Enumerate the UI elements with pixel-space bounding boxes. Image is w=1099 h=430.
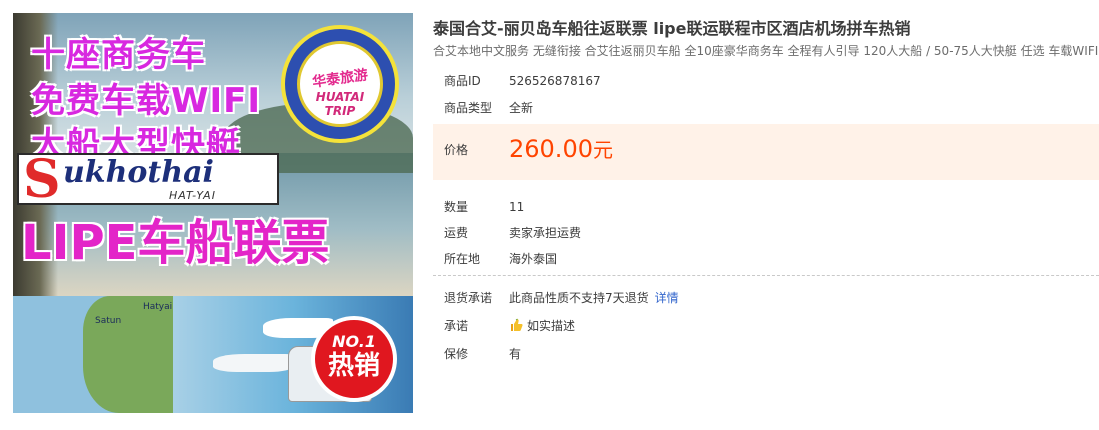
map-label-hatyai: Hatyai bbox=[143, 302, 173, 312]
brand-sub: HAT-YAI bbox=[169, 189, 216, 202]
huatai-trip-seal-logo: 华泰旅游 HUATAI TRIP bbox=[281, 25, 399, 143]
route-map: Satun Hatyai bbox=[13, 296, 173, 413]
promise-value: 如实描述 bbox=[527, 319, 576, 333]
warranty-label: 保修 bbox=[444, 347, 469, 361]
price-unit: 元 bbox=[592, 138, 613, 162]
map-label-satun: Satun bbox=[95, 316, 122, 326]
badge-main-text: 热销 bbox=[327, 351, 380, 381]
sukhothai-logo: S ukhothai HAT-YAI bbox=[17, 149, 279, 210]
return-details-link[interactable]: 详情 bbox=[655, 291, 679, 305]
price-label: 价格 bbox=[444, 143, 469, 157]
map-land bbox=[83, 296, 173, 413]
price-value: 260.00 bbox=[509, 135, 593, 163]
lipe-banner-text: LIPE车船联票 bbox=[21, 215, 330, 271]
price-box: 价格 260.00元 bbox=[433, 124, 1099, 180]
promise-value-wrap: 如实描述 bbox=[509, 317, 575, 335]
no1-hot-sale-badge: NO.1 热销 bbox=[311, 316, 397, 402]
brand-initial: S bbox=[23, 149, 61, 210]
return-policy-label: 退货承诺 bbox=[444, 291, 493, 305]
product-id-value: 526526878167 bbox=[509, 74, 601, 88]
product-type-label: 商品类型 bbox=[444, 101, 493, 115]
promo-line-1: 十座商务车 bbox=[31, 35, 206, 75]
badge-top-text: NO.1 bbox=[332, 332, 376, 351]
seal-cn-text: 华泰旅游 bbox=[311, 67, 369, 91]
product-type-value: 全新 bbox=[509, 101, 534, 115]
speedboat-image bbox=[213, 354, 293, 372]
quantity-value: 11 bbox=[509, 200, 525, 214]
shipping-value: 卖家承担运费 bbox=[509, 226, 582, 240]
product-subtitle: 合艾本地中文服务 无缝衔接 合艾往返丽贝车船 全10座豪华商务车 全程有人引导 … bbox=[433, 44, 1099, 58]
product-id-label: 商品ID bbox=[444, 74, 481, 88]
return-policy-value: 此商品性质不支持7天退货 bbox=[509, 291, 649, 305]
quantity-label: 数量 bbox=[444, 200, 469, 214]
location-label: 所在地 bbox=[444, 252, 481, 266]
brand-name: ukhothai bbox=[63, 155, 214, 190]
price-amount: 260.00元 bbox=[509, 134, 613, 163]
thumbs-up-icon bbox=[511, 318, 523, 331]
warranty-value: 有 bbox=[509, 347, 522, 361]
image-bottom-collage: Satun Hatyai NO.1 热销 bbox=[13, 296, 413, 413]
promise-label: 承诺 bbox=[444, 319, 469, 333]
section-divider bbox=[433, 275, 1099, 276]
promo-line-2: 免费车载WIFI bbox=[31, 81, 262, 121]
product-main-image[interactable]: 十座商务车 免费车载WIFI 大船大型快艇 华泰旅游 HUATAI TRIP S… bbox=[13, 13, 413, 413]
location-value: 海外泰国 bbox=[509, 252, 558, 266]
product-title: 泰国合艾-丽贝岛车船往返联票 lipe联运联程市区酒店机场拼车热销 bbox=[433, 19, 911, 38]
shipping-label: 运费 bbox=[444, 226, 469, 240]
return-policy-value-wrap: 此商品性质不支持7天退货 详情 bbox=[509, 289, 679, 307]
seal-en-text: HUATAI TRIP bbox=[315, 90, 365, 118]
